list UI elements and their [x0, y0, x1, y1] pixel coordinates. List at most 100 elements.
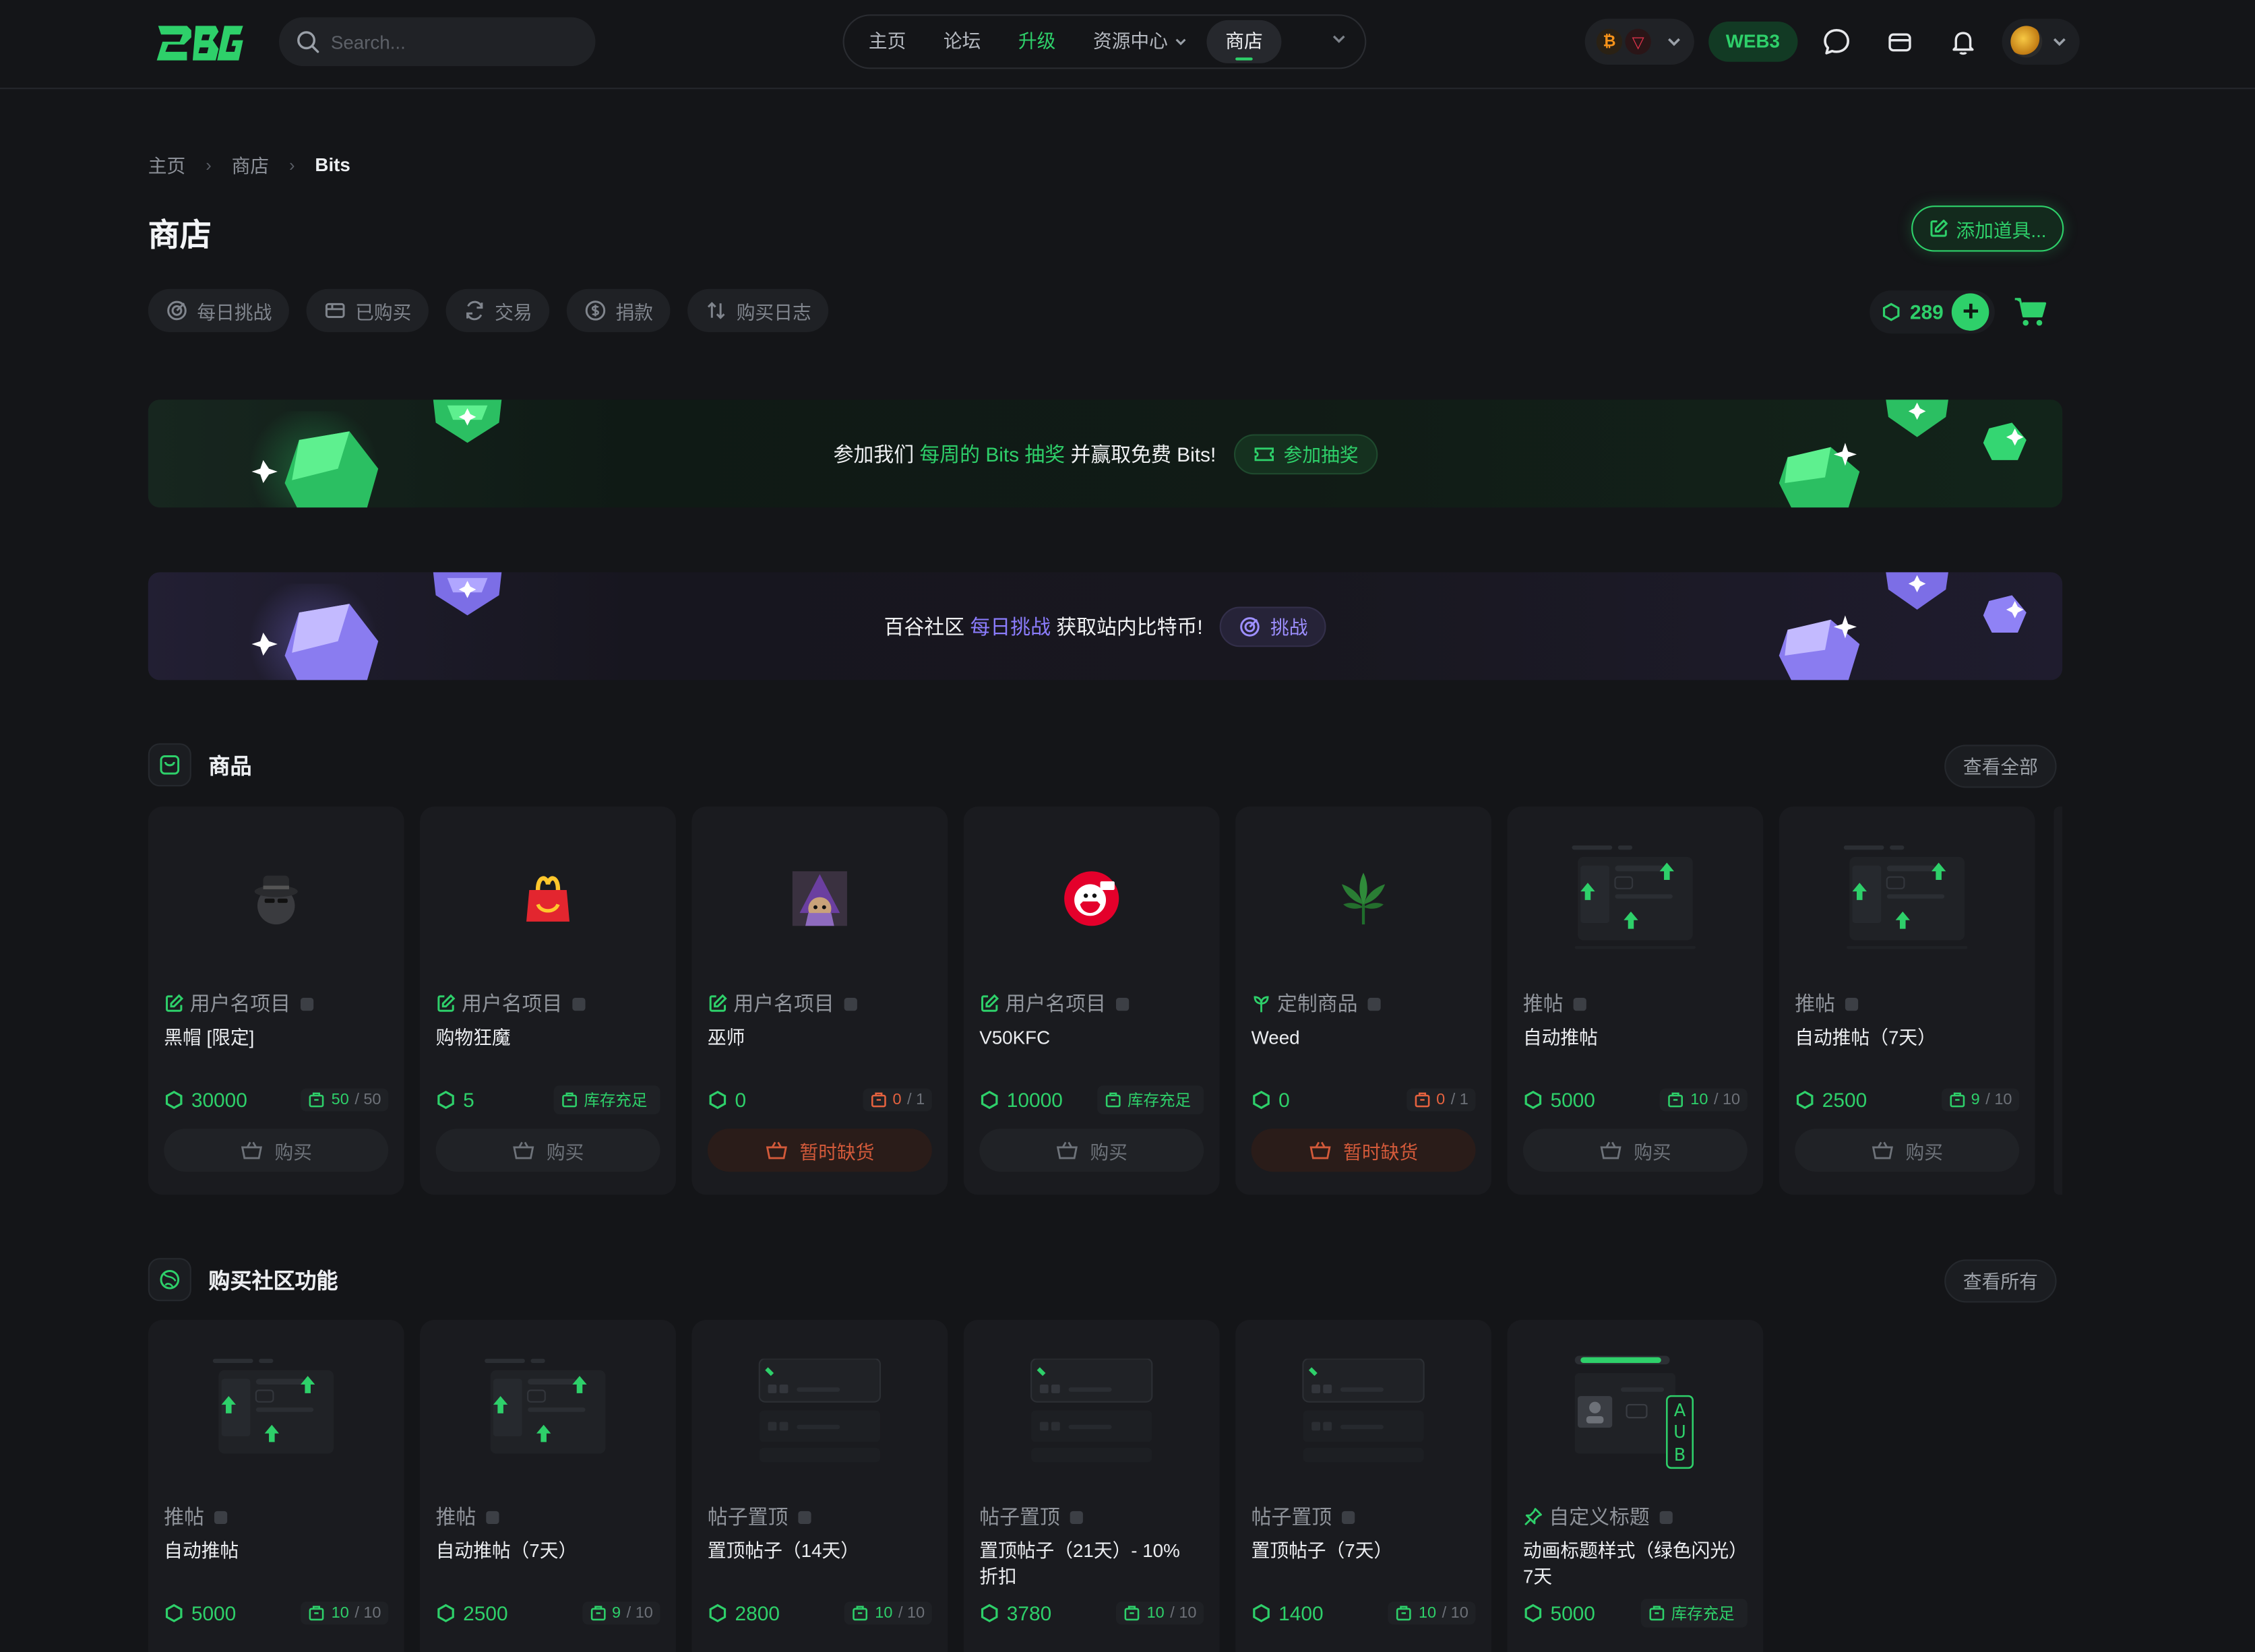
buy-button[interactable]: 购买 — [164, 1129, 389, 1172]
buy-button[interactable]: 购买 — [1522, 1129, 1748, 1172]
product-price: 0 — [708, 1088, 746, 1112]
bits-coin-icon — [1882, 303, 1900, 321]
logo[interactable] — [152, 18, 245, 67]
nav-resources[interactable]: 资源中心 — [1074, 20, 1206, 63]
daily-challenge-label: 每日挑战 — [197, 301, 272, 323]
info-tag-icon — [301, 996, 314, 1011]
green-gem-icon — [1983, 422, 2027, 460]
purchased-button[interactable]: 已购买 — [306, 288, 429, 332]
feature-price: 1400 — [1252, 1601, 1324, 1624]
buy-label: 购买 — [1090, 1141, 1128, 1163]
nav-forum[interactable]: 论坛 — [925, 20, 999, 63]
feature-card[interactable]: 帖子置顶 置顶帖子（21天）- 10% 折扣 3780 10 / 10 — [963, 1320, 1220, 1652]
feature-price: 5000 — [1523, 1601, 1595, 1624]
box-icon — [562, 1092, 577, 1108]
messages-button[interactable] — [1812, 18, 1861, 67]
info-tag-icon — [844, 996, 857, 1011]
edit-icon — [1930, 220, 1948, 237]
buy-button[interactable]: 购买 — [1795, 1129, 2020, 1172]
bump-thread-icon — [485, 1358, 606, 1454]
search-input[interactable] — [330, 30, 576, 53]
product-name: 巫师 — [707, 1026, 745, 1048]
product-card[interactable]: 用户名项目 V50KFC 10000 库存充足 购买 — [963, 806, 1220, 1195]
bits-coin-icon — [1253, 1090, 1270, 1110]
product-card[interactable]: 推帖 自动推帖（7天） 2500 9 / 10 购买 — [1779, 806, 2035, 1195]
product-stock: 0 / 1 — [862, 1088, 932, 1112]
product-category-label: 用户名项目 — [189, 992, 291, 1015]
add-item-button[interactable]: 添加道具... — [1911, 205, 2064, 252]
trade-button[interactable]: 交易 — [445, 288, 550, 332]
product-card[interactable]: 用户名项目 购物狂魔 5 库存充足 购买 — [420, 806, 676, 1195]
bits-coin-icon — [437, 1603, 454, 1622]
product-image — [1779, 806, 2035, 990]
feature-stock: 10 / 10 — [301, 1601, 389, 1625]
nav-home[interactable]: 主页 — [850, 20, 925, 63]
product-card[interactable]: 推帖 自动推帖 5000 10 / 10 购买 — [1507, 806, 1764, 1195]
feature-card[interactable]: 帖子置顶 置顶帖子（7天） 1400 10 / 10 — [1235, 1320, 1491, 1652]
challenge-button-label: 挑战 — [1270, 616, 1308, 639]
product-price-value: 30000 — [191, 1088, 247, 1112]
info-tag-icon — [486, 1510, 499, 1523]
purchase-log-button[interactable]: 购买日志 — [687, 288, 829, 332]
feature-card[interactable]: 推帖 自动推帖 5000 10 / 10 — [148, 1320, 404, 1652]
edit-icon — [166, 994, 184, 1012]
challenge-text-pre: 百谷社区 — [884, 614, 965, 638]
donate-button[interactable]: 捐款 — [566, 288, 671, 332]
features-view-all-button[interactable]: 查看所有 — [1944, 1259, 2057, 1303]
product-card[interactable]: 用户名项目 巫师 0 0 / 1 暂时缺货 — [691, 806, 948, 1195]
bits-coin-icon — [1796, 1090, 1814, 1110]
product-card[interactable]: 定制商品 Weed 0 0/ 1 暂时缺货 — [1235, 806, 1491, 1195]
add-bits-button[interactable]: + — [1952, 293, 1990, 331]
breadcrumb-home[interactable]: 主页 — [148, 151, 186, 179]
feature-name: 置顶帖子（7天） — [1251, 1539, 1393, 1562]
product-price-value: 2500 — [1822, 1088, 1867, 1112]
tron-icon: ▽ — [1625, 28, 1651, 55]
box-icon — [590, 1606, 605, 1621]
basket-icon — [1600, 1141, 1621, 1159]
search-box[interactable] — [278, 17, 596, 67]
daily-challenge-button[interactable]: 每日挑战 — [148, 288, 289, 332]
web3-button[interactable]: WEB3 — [1708, 22, 1797, 62]
feature-card[interactable]: 帖子置顶 置顶帖子（14天） 2800 10 / 10 — [691, 1320, 948, 1652]
target-icon — [1240, 616, 1260, 636]
basket-icon — [1056, 1141, 1078, 1159]
product-price: 30000 — [164, 1088, 247, 1112]
product-price-value: 5 — [463, 1088, 474, 1112]
product-image — [1507, 806, 1763, 990]
purple-gem-icon — [433, 572, 502, 616]
nav-more-button[interactable] — [1330, 29, 1348, 55]
feature-stock: 库存充足 — [1640, 1599, 1748, 1628]
feature-stock-value: 库存充足 — [1671, 1606, 1735, 1624]
join-raffle-button[interactable]: 参加抽奖 — [1233, 433, 1378, 474]
box-icon — [1649, 1606, 1665, 1621]
crypto-selector[interactable]: ₿ ▽ — [1584, 18, 1694, 65]
notifications-button[interactable] — [1938, 18, 1987, 67]
product-name: 自动推帖 — [1522, 1026, 1598, 1048]
challenge-button[interactable]: 挑战 — [1220, 606, 1327, 647]
buy-button[interactable]: 购买 — [979, 1129, 1204, 1172]
nav-shop[interactable]: 商店 — [1206, 20, 1282, 63]
info-tag-icon — [1115, 996, 1130, 1011]
user-menu[interactable] — [2001, 18, 2079, 65]
cart-button[interactable] — [2007, 290, 2056, 333]
pin-thread-icon — [1030, 1358, 1153, 1463]
out-of-stock-button[interactable]: 暂时缺货 — [707, 1129, 932, 1172]
feature-category: 自定义标题 — [1523, 1504, 1748, 1529]
out-of-stock-button[interactable]: 暂时缺货 — [1251, 1129, 1476, 1172]
wallet-button[interactable] — [1875, 18, 1924, 67]
feature-card[interactable]: 推帖 自动推帖（7天） 2500 9 / 10 — [420, 1320, 676, 1652]
goods-view-all-button[interactable]: 查看全部 — [1944, 744, 2057, 788]
refresh-icon — [466, 300, 483, 321]
breadcrumb: 主页 › 商店 › Bits — [148, 151, 350, 179]
feature-stock: 10 / 10 — [844, 1601, 932, 1625]
product-card[interactable]: 用户名项目 黑帽 [限定] 30000 50 / 50 购买 — [148, 806, 404, 1195]
svg-text:B: B — [1674, 1445, 1686, 1465]
breadcrumb-shop[interactable]: 商店 — [232, 151, 270, 179]
nav-upgrade[interactable]: 升级 — [999, 20, 1074, 63]
feature-category-label: 自定义标题 — [1549, 1505, 1650, 1529]
box-icon — [1125, 1606, 1140, 1621]
buy-button[interactable]: 购买 — [435, 1129, 660, 1172]
product-category: 用户名项目 — [708, 990, 932, 1016]
feature-card[interactable]: A U B 自定义标题 动画标题样式（绿色闪光）7天 5000 库存充足 — [1507, 1320, 1764, 1652]
raffle-text-post: 并赢取免费 Bits! — [1070, 442, 1216, 466]
